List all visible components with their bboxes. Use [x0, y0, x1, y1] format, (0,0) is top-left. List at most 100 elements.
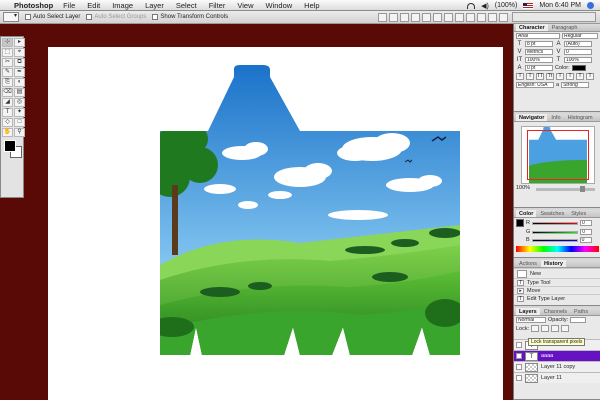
language-select[interactable]: English: USA — [516, 82, 554, 88]
lock-all-button[interactable] — [561, 325, 570, 332]
tracking-field[interactable]: 0 — [564, 49, 592, 55]
tab-info[interactable]: Info — [548, 114, 563, 121]
input-flag-icon[interactable] — [523, 2, 534, 9]
distribute-bottom-button[interactable] — [466, 12, 475, 22]
battery-status[interactable]: (100%) — [495, 2, 518, 9]
menu-select[interactable]: Select — [176, 1, 197, 10]
align-top-button[interactable] — [378, 12, 387, 22]
all-caps-button[interactable]: TT — [536, 73, 544, 80]
underline-button[interactable]: T — [576, 73, 584, 80]
shape-tool[interactable]: □ — [14, 118, 25, 127]
tab-history[interactable]: History — [541, 260, 566, 267]
channel-r-field[interactable]: 0 — [579, 220, 592, 226]
tab-swatches[interactable]: Swatches — [537, 210, 567, 217]
visibility-eye-icon[interactable] — [516, 375, 522, 381]
history-item[interactable]: ▸ Move — [514, 286, 600, 294]
distribute-left-button[interactable] — [477, 12, 486, 22]
font-style-select[interactable]: Regular — [562, 33, 598, 39]
faux-italic-button[interactable]: T — [526, 73, 534, 80]
tab-actions[interactable]: Actions — [516, 260, 540, 267]
marquee-tool[interactable]: ▸ — [14, 38, 25, 47]
distribute-center-button[interactable] — [488, 12, 497, 22]
wifi-icon[interactable] — [467, 2, 476, 9]
superscript-button[interactable]: T — [556, 73, 564, 80]
distribute-middle-button[interactable] — [455, 12, 464, 22]
auto-select-layer-checkbox[interactable]: Auto Select Layer — [25, 14, 80, 20]
healing-brush-tool[interactable]: ✎ — [2, 68, 13, 77]
palette-well[interactable] — [512, 12, 596, 22]
layer-row-selected[interactable]: T aaaa — [514, 350, 600, 361]
channel-g-slider[interactable] — [532, 230, 579, 234]
tab-paths[interactable]: Paths — [571, 308, 591, 315]
opacity-field[interactable] — [570, 317, 587, 323]
move-tool[interactable]: ⊹ — [2, 38, 13, 47]
tab-color[interactable]: Color — [516, 210, 537, 217]
lasso-tool[interactable]: ⬚ — [2, 48, 13, 57]
faux-bold-button[interactable]: T — [516, 73, 524, 80]
color-spectrum-bar[interactable] — [516, 246, 599, 252]
strikethrough-button[interactable]: T — [586, 73, 594, 80]
blend-mode-select[interactable]: Normal — [516, 317, 546, 323]
tab-layers[interactable]: Layers — [516, 308, 540, 315]
dodge-tool[interactable]: ◎ — [14, 98, 25, 107]
small-caps-button[interactable]: Tt — [546, 73, 554, 80]
align-middle-button[interactable] — [389, 12, 398, 22]
history-item[interactable]: T Edit Type Layer — [514, 294, 600, 302]
baseline-shift-field[interactable]: 0 pt — [525, 65, 553, 71]
pen-tool[interactable]: ◇ — [2, 118, 13, 127]
subscript-button[interactable]: T — [566, 73, 574, 80]
navigator-view-box[interactable] — [526, 130, 589, 180]
tab-navigator[interactable]: Navigator — [516, 114, 548, 121]
navigator-zoom-value[interactable]: 100% — [516, 185, 530, 191]
kerning-field[interactable]: Metrics — [525, 49, 553, 55]
distribute-right-button[interactable] — [499, 12, 508, 22]
lock-image-button[interactable] — [541, 325, 550, 332]
navigator-thumbnail[interactable] — [520, 126, 595, 184]
crop-tool[interactable]: ✂ — [2, 58, 13, 67]
magic-wand-tool[interactable]: ⌖ — [14, 48, 25, 57]
color-panel-foreground-swatch[interactable] — [516, 219, 524, 227]
menu-app-name[interactable]: Photoshop — [14, 1, 53, 10]
spotlight-icon[interactable] — [587, 2, 594, 9]
eraser-tool[interactable]: ⌫ — [2, 88, 13, 97]
gradient-tool[interactable]: ▤ — [14, 88, 25, 97]
type-tool[interactable]: T — [2, 108, 13, 117]
hand-tool[interactable]: ✋ — [2, 128, 13, 137]
horizontal-scale-field[interactable]: 100% — [564, 57, 592, 63]
document-canvas[interactable] — [48, 47, 503, 400]
distribute-top-button[interactable] — [444, 12, 453, 22]
volume-icon[interactable]: ◀) — [481, 2, 489, 10]
tab-styles[interactable]: Styles — [568, 210, 589, 217]
auto-select-groups-checkbox[interactable]: Auto Select Groups — [86, 14, 146, 20]
lock-position-button[interactable] — [551, 325, 560, 332]
text-color-swatch[interactable] — [571, 65, 586, 71]
slice-tool[interactable]: ⧉ — [14, 58, 25, 67]
brush-tool[interactable]: ✒ — [14, 68, 25, 77]
tool-preset-picker[interactable] — [3, 12, 19, 22]
channel-g-field[interactable]: 0 — [580, 229, 593, 235]
tab-histogram[interactable]: Histogram — [565, 114, 596, 121]
clone-stamp-tool[interactable]: ⎘ — [2, 78, 13, 87]
show-transform-controls-checkbox[interactable]: Show Transform Controls — [152, 14, 228, 20]
navigator-zoom-slider[interactable] — [536, 186, 595, 192]
menu-edit[interactable]: Edit — [87, 1, 100, 10]
vertical-scale-field[interactable]: 100% — [525, 57, 553, 63]
visibility-eye-icon[interactable] — [516, 353, 522, 359]
channel-b-slider[interactable] — [531, 238, 578, 242]
menu-clock[interactable]: Mon 6:40 PM — [539, 2, 581, 9]
visibility-eye-icon[interactable] — [516, 364, 522, 370]
align-left-button[interactable] — [411, 12, 420, 22]
foreground-color-swatch[interactable] — [4, 140, 16, 152]
channel-r-slider[interactable] — [531, 221, 578, 225]
font-size-field[interactable]: 8 pt — [525, 41, 553, 47]
tab-channels[interactable]: Channels — [541, 308, 570, 315]
tab-paragraph[interactable]: Paragraph — [549, 24, 581, 31]
zoom-slider-knob[interactable] — [580, 186, 586, 192]
align-bottom-button[interactable] — [400, 12, 409, 22]
history-snapshot[interactable]: New — [514, 268, 600, 278]
layer-row[interactable]: Layer 11 — [514, 372, 600, 383]
align-right-button[interactable] — [433, 12, 442, 22]
lock-transparent-button[interactable] — [531, 325, 540, 332]
visibility-eye-icon[interactable] — [516, 342, 522, 348]
menu-view[interactable]: View — [237, 1, 253, 10]
